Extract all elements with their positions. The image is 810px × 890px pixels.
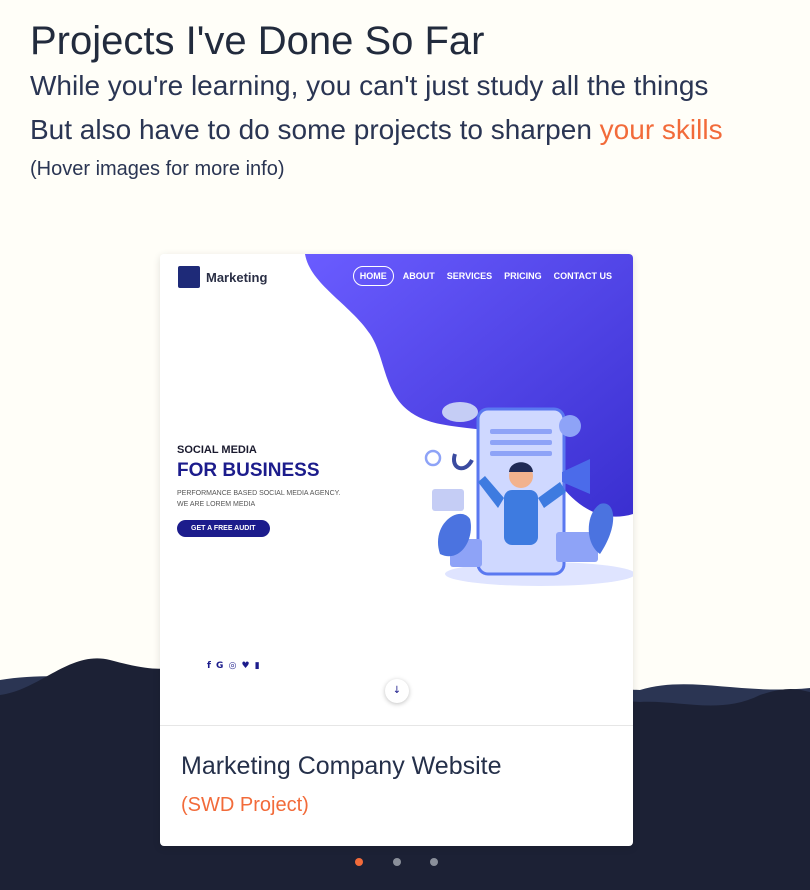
project-subtitle: (SWD Project) xyxy=(181,794,309,816)
preview-nav-contact: CONTACT US xyxy=(553,271,612,281)
preview-hero-desc-line-2: WE ARE LOREM MEDIA xyxy=(177,501,256,508)
preview-hero-desc-line-1: PERFORMANCE BASED SOCIAL MEDIA AGENCY. xyxy=(177,490,341,497)
intro-accent-text: your skills xyxy=(599,114,723,145)
preview-nav: HOME ABOUT SERVICES PRICING CONTACT US xyxy=(352,266,615,286)
intro-line-1: While you're learning, you can't just st… xyxy=(30,70,709,101)
hover-hint: (Hover images for more info) xyxy=(30,158,285,180)
preview-social-icons: f G ◎ ♥ ▮ xyxy=(207,661,261,671)
preview-hero: SOCIAL MEDIA FOR BUSINESS PERFORMANCE BA… xyxy=(177,444,367,537)
card-divider xyxy=(160,725,633,726)
preview-nav-services: SERVICES xyxy=(446,271,493,281)
carousel-dots xyxy=(350,858,450,870)
carousel-dot-3[interactable] xyxy=(430,858,438,866)
preview-hero-desc: PERFORMANCE BASED SOCIAL MEDIA AGENCY. W… xyxy=(177,488,367,510)
carousel-dot-2[interactable] xyxy=(393,858,401,866)
preview-logo: Marketing xyxy=(178,266,267,288)
intro-line-2-prefix: But also have to do some projects to sha… xyxy=(30,114,600,145)
project-title: Marketing Company Website xyxy=(181,752,502,780)
carousel-dot-1[interactable] xyxy=(355,858,363,866)
intro-line-2: But also have to do some projects to sha… xyxy=(30,108,723,152)
preview-cta-button: GET A FREE AUDIT xyxy=(177,520,270,537)
preview-brand-name: Marketing xyxy=(206,269,268,285)
preview-nav-about: ABOUT xyxy=(402,271,435,281)
preview-hero-big: FOR BUSINESS xyxy=(177,460,320,481)
preview-scroll-down-icon: ↓ xyxy=(385,679,409,703)
megaphone-logo-icon xyxy=(178,266,200,288)
project-card[interactable]: Marketing HOME ABOUT SERVICES PRICING CO… xyxy=(160,254,633,846)
project-preview-image[interactable]: Marketing HOME ABOUT SERVICES PRICING CO… xyxy=(160,254,633,725)
page-title: Projects I've Done So Far xyxy=(30,19,485,63)
preview-nav-pricing: PRICING xyxy=(504,271,542,281)
preview-nav-home: HOME xyxy=(352,266,394,286)
section-header: Projects I've Done So Far While you're l… xyxy=(30,18,723,181)
preview-hero-small: SOCIAL MEDIA xyxy=(177,444,257,456)
